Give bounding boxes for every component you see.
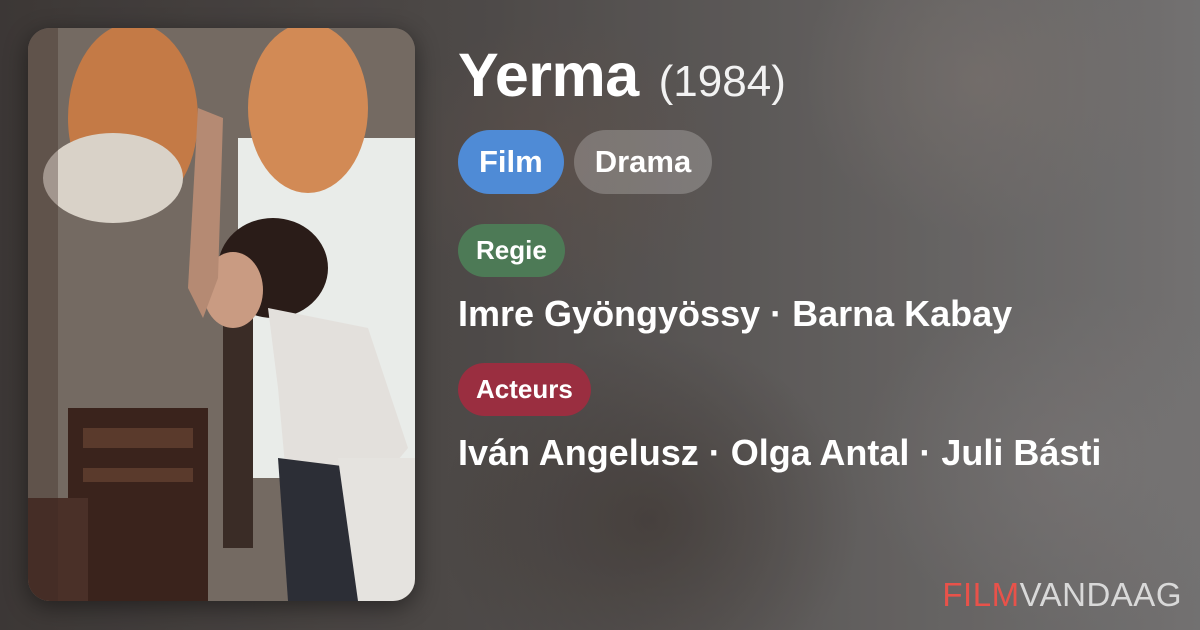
director-label: Regie <box>458 224 565 277</box>
movie-poster <box>28 28 415 601</box>
movie-title: Yerma <box>458 41 639 109</box>
genre-tags: Film Drama <box>458 130 1178 194</box>
title-row: Yerma (1984) <box>458 40 1178 116</box>
director-names[interactable]: Imre Gyöngyössy · Barna Kabay <box>458 293 1178 335</box>
actors-label: Acteurs <box>458 363 591 416</box>
poster-image <box>28 28 415 601</box>
movie-info: Yerma (1984) Film Drama Regie Imre Gyöng… <box>458 40 1178 474</box>
genre-tag-drama[interactable]: Drama <box>573 130 713 194</box>
movie-year: (1984) <box>658 57 786 106</box>
filmvandaag-logo[interactable]: FILMVANDAAG <box>942 576 1182 614</box>
logo-part-vandaag: VANDAAG <box>1019 576 1182 613</box>
actor-names[interactable]: Iván Angelusz · Olga Antal · Juli Básti <box>458 432 1178 474</box>
type-tag-film[interactable]: Film <box>458 130 564 194</box>
logo-part-film: FILM <box>942 576 1020 613</box>
